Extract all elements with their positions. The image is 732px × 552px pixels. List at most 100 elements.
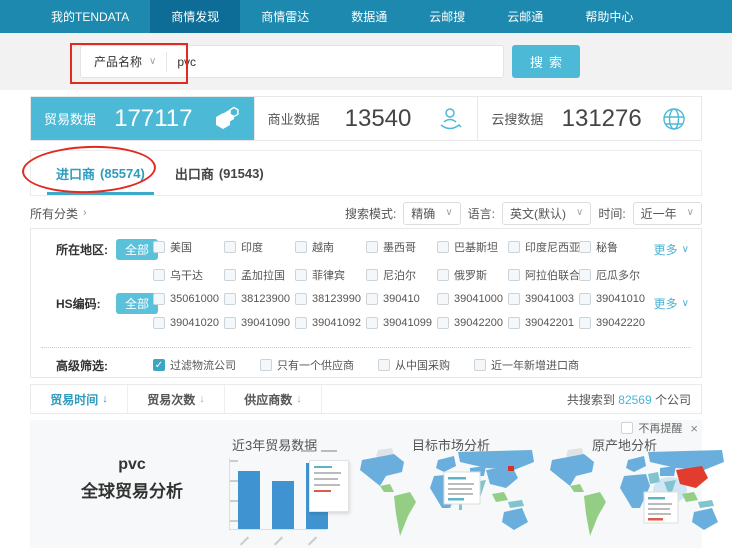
checkbox-option[interactable]: 39041010 [579,293,650,305]
checkbox-option[interactable]: 印度尼西亚 [508,239,579,255]
checkbox-icon[interactable] [508,269,520,281]
stat-cloud-search-data[interactable]: 云搜数据 131276 [477,97,701,140]
checkbox-icon[interactable] [437,241,449,253]
checkbox-icon[interactable] [474,359,486,371]
tab-exporters[interactable]: 出口商 (91543) [160,151,279,195]
language-select[interactable]: 英文(默认) ∨ [502,202,591,225]
checkbox-icon[interactable] [153,269,165,281]
sort-trade-time[interactable]: 贸易时间 ↓ [31,385,128,413]
hs-code-more-link[interactable]: 更多 ∨ [654,295,689,312]
checkbox-icon[interactable] [366,269,378,281]
origin-map[interactable] [548,446,730,551]
checkbox-icon[interactable] [378,359,390,371]
checkbox-icon[interactable] [437,293,449,305]
sort-supplier-count[interactable]: 供应商数 ↓ [225,385,322,413]
checkbox-icon[interactable] [153,293,165,305]
checkbox-option[interactable]: 巴基斯坦 [437,239,508,255]
region-more-link[interactable]: 更多 ∨ [654,241,689,258]
checkbox-option[interactable]: 阿拉伯联合... [508,267,579,283]
stat-trade-data[interactable]: 贸易数据 177117 [31,97,254,140]
checkbox-icon[interactable] [295,293,307,305]
checkbox-icon[interactable] [224,241,236,253]
dismiss-label: 不再提醒 [638,420,682,436]
checkbox-icon[interactable] [579,293,591,305]
search-field-selector[interactable]: 产品名称 ∨ [81,52,167,72]
checkbox-option[interactable]: 越南 [295,239,366,255]
trade-3y-bar-chart[interactable] [215,454,343,544]
checkbox-option[interactable]: 35061000 [153,293,224,305]
checkbox-option[interactable]: 孟加拉国 [224,267,295,283]
checkbox-option[interactable]: 乌干达 [153,267,224,283]
region-all-chip[interactable]: 全部 [116,239,158,260]
checkbox-label: 39041000 [454,293,503,305]
checkbox-option[interactable]: 墨西哥 [366,239,437,255]
stat-business-data[interactable]: 商业数据 13540 [254,97,478,140]
checkbox-icon[interactable] [437,269,449,281]
checkbox-option[interactable]: 39041000 [437,293,508,305]
checkbox-option[interactable]: 秘鲁 [579,239,650,255]
close-icon[interactable]: × [690,421,698,436]
checkbox-option[interactable]: 39042201 [508,317,579,329]
nav-item-my-tendata[interactable]: 我的TENDATA [30,0,150,33]
checkbox-icon[interactable] [366,241,378,253]
checkbox-option[interactable]: 印度 [224,239,295,255]
checkbox-icon[interactable] [295,269,307,281]
checkbox-icon[interactable] [153,317,165,329]
checkbox-option[interactable]: 39041092 [295,317,366,329]
checkbox-label: 39041099 [383,317,432,329]
checkbox-option[interactable]: 美国 [153,239,224,255]
checkbox-icon[interactable] [260,359,272,371]
checkbox-option[interactable]: 38123900 [224,293,295,305]
checkbox-option[interactable]: 近一年新增进口商 [474,357,579,373]
checkbox-icon[interactable] [153,241,165,253]
checkbox-option[interactable]: 39041099 [366,317,437,329]
checkbox-option[interactable]: 厄瓜多尔 [579,267,650,283]
checkbox-option[interactable]: ✓过滤物流公司 [153,357,236,373]
bar-year-1[interactable] [238,471,260,529]
checkbox-option[interactable]: 俄罗斯 [437,267,508,283]
checkbox-icon[interactable] [295,317,307,329]
checkbox-option[interactable]: 从中国采购 [378,357,450,373]
checkbox-icon[interactable] [295,241,307,253]
checkbox-option[interactable]: 39042200 [437,317,508,329]
nav-item-business-radar[interactable]: 商情雷达 [240,0,330,33]
checkbox-option[interactable]: 只有一个供应商 [260,357,354,373]
checkbox-icon[interactable] [224,317,236,329]
nav-item-help-center[interactable]: 帮助中心 [564,0,654,33]
search-button[interactable]: 搜索 [512,45,580,78]
checkbox-checked-icon[interactable]: ✓ [153,359,165,371]
sort-trade-count[interactable]: 贸易次数 ↓ [128,385,225,413]
hs-code-all-chip[interactable]: 全部 [116,293,158,314]
checkbox-option[interactable]: 39041003 [508,293,579,305]
checkbox-option[interactable]: 38123990 [295,293,366,305]
nav-item-cloud-mail-pass[interactable]: 云邮通 [486,0,564,33]
bar-year-2[interactable] [272,481,294,529]
all-categories-link[interactable]: 所有分类 › [30,205,87,222]
checkbox-icon[interactable] [224,269,236,281]
checkbox-option[interactable]: 39042220 [579,317,650,329]
checkbox-icon[interactable] [366,293,378,305]
nav-item-cloud-mail-search[interactable]: 云邮搜 [408,0,486,33]
target-market-map[interactable] [358,446,540,551]
checkbox-icon[interactable] [508,241,520,253]
checkbox-option[interactable]: 39041020 [153,317,224,329]
checkbox-option[interactable]: 尼泊尔 [366,267,437,283]
search-mode-select[interactable]: 精确 ∨ [403,202,460,225]
checkbox-option[interactable]: 390410 [366,293,437,305]
checkbox-icon[interactable] [437,317,449,329]
checkbox-icon[interactable] [579,317,591,329]
search-input[interactable] [167,55,503,69]
checkbox-icon[interactable] [508,317,520,329]
dismiss-checkbox[interactable] [621,422,633,434]
checkbox-icon[interactable] [366,317,378,329]
time-select[interactable]: 近一年 ∨ [633,202,702,225]
tab-importers[interactable]: 进口商 (85574) [41,151,160,195]
checkbox-option[interactable]: 39041090 [224,317,295,329]
nav-item-business-discovery[interactable]: 商情发现 [150,0,240,33]
checkbox-option[interactable]: 菲律宾 [295,267,366,283]
checkbox-icon[interactable] [508,293,520,305]
checkbox-icon[interactable] [579,269,591,281]
checkbox-icon[interactable] [224,293,236,305]
checkbox-icon[interactable] [579,241,591,253]
nav-item-data-pass[interactable]: 数据通 [330,0,408,33]
